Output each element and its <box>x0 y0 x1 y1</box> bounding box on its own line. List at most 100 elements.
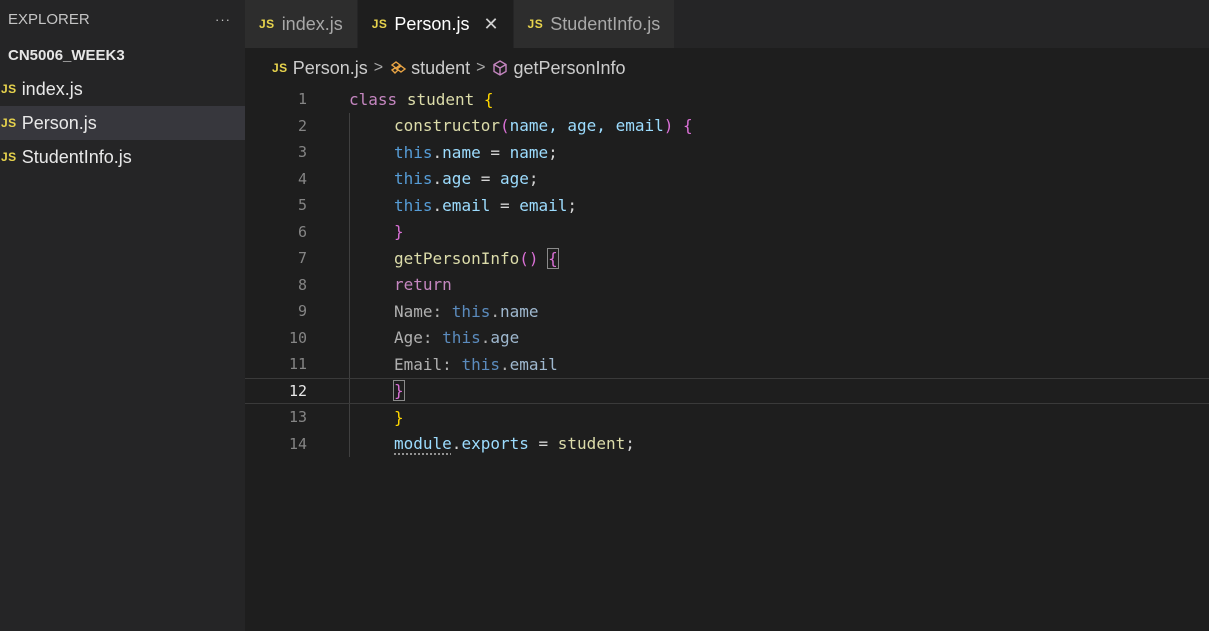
method-name: getPersonInfo <box>394 248 520 268</box>
value: email <box>519 195 568 215</box>
property: name <box>499 301 539 321</box>
indent-guide <box>349 378 350 403</box>
line-content: getPersonInfo() { <box>394 245 559 272</box>
line-number: 10 <box>288 328 307 347</box>
line-content: } <box>394 404 404 431</box>
indent-guide <box>349 112 350 139</box>
line-content: return <box>394 272 452 299</box>
line-number: 3 <box>297 143 307 162</box>
code-line[interactable]: 13 } <box>245 404 1209 431</box>
line-number: 12 <box>288 381 307 400</box>
tab-label: index.js <box>281 13 343 34</box>
breadcrumb-method[interactable]: getPersonInfo <box>513 58 625 79</box>
indent-guide <box>349 139 350 166</box>
indent-guide <box>349 404 350 431</box>
line-number: 5 <box>297 196 307 215</box>
code-line[interactable]: 11 Email: this. email <box>245 351 1209 378</box>
line-content: Name: this. name <box>394 298 539 325</box>
indent-guide <box>349 218 350 245</box>
property: exports <box>461 434 529 454</box>
dot: . <box>499 354 510 374</box>
constructor-keyword: constructor <box>394 116 500 136</box>
js-file-icon: JS <box>527 17 544 31</box>
line-number: 7 <box>297 249 307 268</box>
code-line[interactable]: 6 } <box>245 218 1209 246</box>
value: name <box>509 142 549 162</box>
line-number: 11 <box>288 355 307 374</box>
equals: = <box>528 434 558 454</box>
line-content: } <box>393 379 405 404</box>
tab-bar: JS index.js JS Person.js ✕ JS StudentInf… <box>245 0 1209 48</box>
breadcrumb-file[interactable]: Person.js <box>293 58 368 79</box>
indent-guide <box>349 324 350 351</box>
code-line[interactable]: 7 getPersonInfo() { <box>245 245 1209 272</box>
property: email <box>509 354 558 374</box>
indent-guide <box>349 351 350 378</box>
line-content: } <box>394 219 404 246</box>
code-line[interactable]: 3 this. name = name; <box>245 139 1209 166</box>
indent-guide <box>349 298 350 325</box>
code-line[interactable]: 2 constructor(name, age, email) { <box>245 112 1209 139</box>
file-item-person-js[interactable]: JS Person.js <box>0 106 245 140</box>
keyword-class: class <box>349 89 398 109</box>
code-line[interactable]: 5 this. email = email; <box>245 192 1209 219</box>
return-keyword: return <box>394 275 452 295</box>
this-keyword: this <box>442 328 481 348</box>
js-file-icon: JS <box>1 82 17 96</box>
this-keyword: this <box>451 301 491 321</box>
semicolon: ; <box>528 169 539 189</box>
text-label: Email: <box>394 354 462 374</box>
this-keyword: this <box>394 195 433 215</box>
file-name: StudentInfo.js <box>21 146 132 167</box>
indent-guide <box>349 192 350 219</box>
close-icon[interactable]: ✕ <box>483 14 498 35</box>
indent-guide <box>349 271 350 298</box>
code-line[interactable]: 4 this. age = age; <box>245 165 1209 193</box>
close-brace: } <box>394 407 404 427</box>
matched-close-brace: } <box>393 380 405 402</box>
text-label: Name: <box>394 301 452 321</box>
code-editor[interactable]: 1 class student { 2 constructor(name, ag… <box>245 86 1209 457</box>
breadcrumb-separator: > <box>373 59 384 76</box>
file-item-index-js[interactable]: JS index.js <box>0 72 245 106</box>
code-line[interactable]: 8 return <box>245 271 1209 299</box>
vscode-window: EXPLORER ··· CN5006_WEEK3 JS index.js JS… <box>0 0 1209 631</box>
open-brace: { <box>683 116 693 136</box>
line-number: 13 <box>288 408 307 427</box>
matched-open-brace: { <box>547 247 559 269</box>
indent-guide <box>349 430 350 457</box>
js-file-icon: JS <box>1 150 17 164</box>
editor-area: JS index.js JS Person.js ✕ JS StudentInf… <box>245 0 1209 631</box>
code-line[interactable]: 9 Name: this. name <box>245 298 1209 325</box>
this-keyword: this <box>461 354 500 374</box>
dot: . <box>432 142 443 162</box>
open-brace: { <box>483 89 494 109</box>
code-line[interactable]: 14 module. exports = student; <box>245 430 1209 457</box>
semicolon: ; <box>625 434 635 454</box>
indent-guide <box>349 245 350 272</box>
tab-index-js[interactable]: JS index.js <box>245 0 358 48</box>
file-item-studentinfo-js[interactable]: JS StudentInfo.js <box>0 140 245 174</box>
semicolon: ; <box>567 195 578 215</box>
more-actions-icon[interactable]: ··· <box>215 12 231 27</box>
property: age <box>442 169 472 189</box>
breadcrumb-separator: > <box>476 59 486 76</box>
line-content: Email: this. email <box>394 351 558 378</box>
code-line[interactable]: 1 class student { <box>245 86 1209 113</box>
code-line[interactable]: 10 Age: this. age <box>245 324 1209 351</box>
line-content: this. age = age; <box>394 166 539 193</box>
code-line-current[interactable]: 12 } <box>245 377 1209 404</box>
breadcrumb: JS Person.js > student > getPersonInfo <box>245 50 626 86</box>
line-content: this. email = email; <box>394 192 577 219</box>
folder-cn5006-week3[interactable]: CN5006_WEEK3 <box>0 38 245 72</box>
indent-guide <box>349 165 350 192</box>
tab-studentinfo-js[interactable]: JS StudentInfo.js <box>513 0 676 48</box>
tab-label: StudentInfo.js <box>550 13 661 34</box>
explorer-sidebar: EXPLORER ··· CN5006_WEEK3 JS index.js JS… <box>0 0 245 631</box>
explorer-header: EXPLORER ··· <box>0 0 245 38</box>
property: email <box>442 195 491 215</box>
breadcrumb-class[interactable]: student <box>411 58 470 79</box>
line-number: 1 <box>297 90 307 109</box>
dot: . <box>490 301 500 321</box>
tab-person-js[interactable]: JS Person.js ✕ <box>357 0 514 48</box>
